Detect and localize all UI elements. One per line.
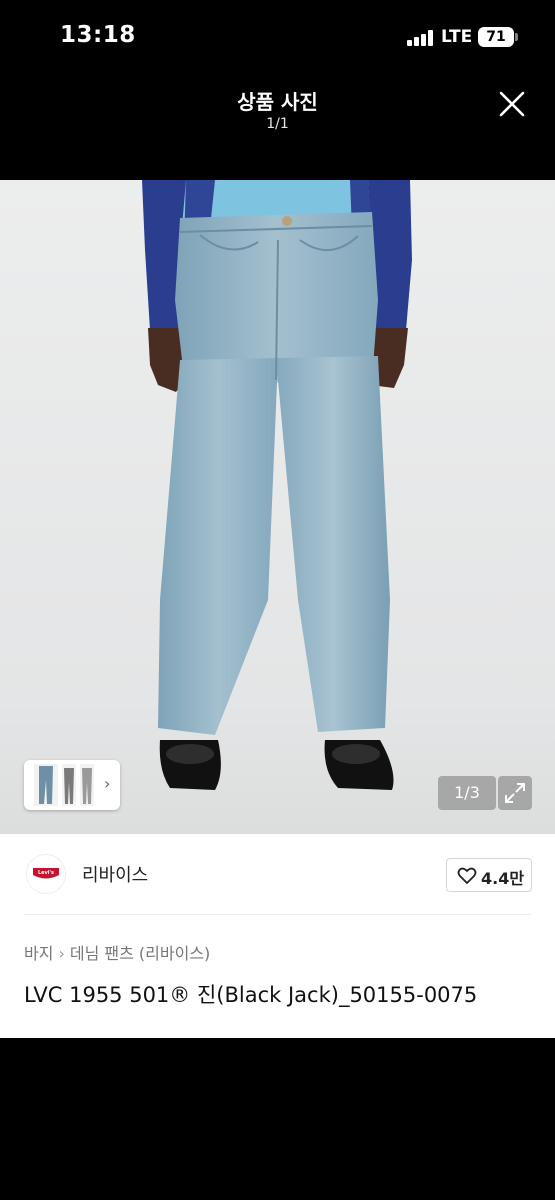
levis-logo-icon: Levi's bbox=[33, 868, 59, 879]
brand-logo[interactable]: Levi's bbox=[26, 854, 66, 894]
thumbnail-images bbox=[34, 764, 94, 806]
close-button[interactable] bbox=[494, 86, 530, 122]
close-icon bbox=[499, 91, 525, 117]
expand-icon bbox=[505, 783, 525, 803]
breadcrumb-item-category[interactable]: 바지 bbox=[24, 944, 53, 963]
photo-page-indicator: 1/3 bbox=[438, 776, 496, 810]
signal-icon bbox=[407, 30, 435, 46]
product-photo[interactable] bbox=[0, 180, 555, 834]
thumbnail-strip[interactable]: › bbox=[24, 760, 120, 810]
battery-icon: 71 bbox=[478, 27, 514, 47]
breadcrumb-separator-icon: › bbox=[58, 944, 65, 963]
thumbnail-chevron-icon: › bbox=[104, 774, 111, 793]
breadcrumb: 바지 › 데님 팬츠 (리바이스) bbox=[24, 940, 210, 964]
viewer-title: 상품 사진 bbox=[237, 90, 318, 114]
status-time: 13:18 bbox=[60, 22, 136, 48]
breadcrumb-item-subcategory[interactable]: 데님 팬츠 (리바이스) bbox=[70, 944, 210, 963]
battery-tip bbox=[515, 33, 518, 41]
expand-button[interactable] bbox=[498, 776, 532, 810]
like-button[interactable]: 4.4만 bbox=[446, 858, 532, 892]
heart-icon bbox=[457, 867, 477, 884]
like-count: 4.4만 bbox=[481, 869, 525, 888]
status-bar: 13:18 LTE 71 bbox=[0, 0, 555, 76]
viewer-header: 상품 사진 1/1 bbox=[0, 76, 555, 180]
viewer-counter: 1/1 bbox=[266, 116, 289, 132]
battery-level: 71 bbox=[486, 29, 506, 45]
product-info-panel: Levi's 리바이스 4.4만 바지 › 데님 팬츠 (리바이스) LVC 195… bbox=[0, 834, 555, 1038]
brand-name[interactable]: 리바이스 bbox=[82, 861, 148, 887]
product-title: LVC 1955 501® 진(Black Jack)_50155-0075 bbox=[24, 983, 478, 1007]
divider bbox=[24, 914, 531, 915]
jeans-model-image bbox=[142, 180, 412, 790]
network-type: LTE bbox=[441, 27, 473, 47]
svg-text:Levi's: Levi's bbox=[38, 870, 54, 876]
